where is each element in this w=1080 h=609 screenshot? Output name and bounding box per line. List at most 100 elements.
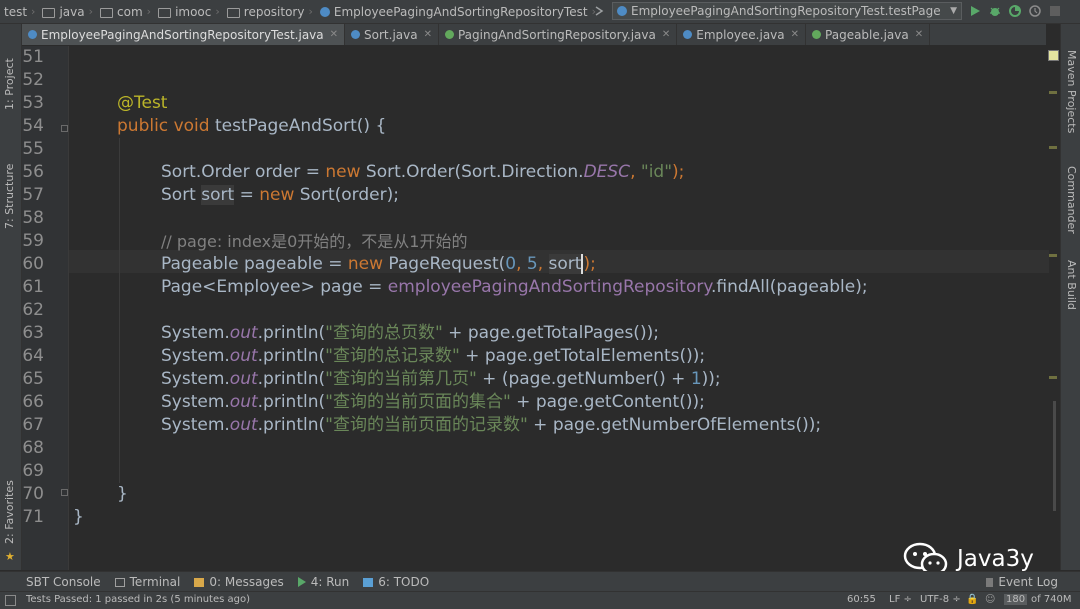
line-number: 58 (22, 208, 44, 228)
code-line-67: System.out.println("查询的当前页面的记录数" + page.… (161, 415, 822, 435)
class-icon (319, 6, 330, 17)
line-number: 53 (22, 93, 44, 113)
line-number: 61 (22, 277, 44, 297)
folder-icon (100, 7, 114, 18)
breadcrumb-com[interactable]: com › (96, 0, 154, 23)
breadcrumb-label: imooc (175, 4, 212, 19)
tab-paging-and-sorting-repository[interactable]: PagingAndSortingRepository.java ✕ (439, 24, 678, 45)
tool-label: Terminal (129, 575, 181, 589)
coverage-icon[interactable] (1008, 4, 1022, 18)
line-number: 60 (22, 254, 44, 274)
tab-label: EmployeePagingAndSortingRepositoryTest.j… (41, 27, 324, 42)
line-number: 52 (22, 70, 44, 90)
hector-icon[interactable]: ☺ (985, 594, 995, 605)
close-icon[interactable]: ✕ (330, 29, 338, 40)
inspection-status-icon[interactable] (1048, 50, 1059, 61)
code-line-59-comment: // page: index是0开始的，不是从1开始的 (161, 232, 468, 251)
run-configuration-select[interactable]: EmployeePagingAndSortingRepositoryTest.t… (612, 2, 962, 20)
code-line-57: Sort sort = new Sort(order); (161, 185, 399, 205)
warning-stripe-marker[interactable] (1049, 254, 1057, 257)
tool-messages[interactable]: 0: Messages (194, 575, 284, 589)
breadcrumb-java[interactable]: java › (38, 0, 96, 23)
memory-total[interactable]: of 740M (1031, 594, 1072, 605)
run-config-arrow-icon[interactable] (592, 4, 606, 18)
tab-employee[interactable]: Employee.java ✕ (677, 24, 807, 45)
todo-icon (363, 577, 374, 587)
line-number: 65 (22, 369, 44, 389)
tab-pageable[interactable]: Pageable.java ✕ (806, 24, 931, 45)
line-separator[interactable]: LF ÷ (889, 594, 912, 605)
caret-position[interactable]: 60:55 (847, 594, 876, 605)
tool-event-log[interactable]: Event Log (986, 575, 1058, 589)
line-number: 59 (22, 231, 44, 251)
tool-sbt-console[interactable]: SBT Console (26, 575, 101, 589)
line-number: 68 (22, 438, 44, 458)
interface-icon (444, 30, 454, 39)
warning-stripe-marker[interactable] (1049, 376, 1057, 379)
chevron-right-icon: › (88, 5, 94, 18)
breadcrumb-label: EmployeePagingAndSortingRepositoryTest (333, 4, 588, 19)
breadcrumb-imooc[interactable]: imooc › (154, 0, 223, 23)
close-icon[interactable]: ✕ (662, 29, 670, 40)
tab-label: Sort.java (364, 27, 418, 42)
tool-label: 6: TODO (378, 575, 430, 589)
tool-windows-toggle-icon[interactable] (5, 595, 16, 606)
run-icon (297, 577, 306, 587)
line-number: 51 (22, 47, 44, 67)
class-icon (28, 30, 37, 39)
fold-marker-icon[interactable] (61, 489, 68, 496)
code-line-64: System.out.println("查询的总记录数" + page.getT… (161, 346, 706, 366)
breadcrumb-test-class[interactable]: EmployeePagingAndSortingRepositoryTest › (316, 0, 599, 23)
fold-marker-icon[interactable] (61, 125, 68, 132)
line-number: 64 (22, 346, 44, 366)
memory-used[interactable]: 180 (1004, 594, 1028, 605)
line-number-gutter: 51 52 53 54 55 56 57 58 59 60 61 62 63 6… (22, 46, 69, 570)
tool-label: Event Log (998, 575, 1058, 589)
run-icon[interactable] (968, 4, 982, 18)
tool-terminal[interactable]: Terminal (114, 575, 181, 589)
breadcrumb-test[interactable]: test › (0, 0, 38, 23)
file-encoding[interactable]: UTF-8 ÷ (920, 594, 961, 605)
stop-icon[interactable] (1048, 4, 1062, 18)
line-number: 55 (22, 139, 44, 159)
line-number: 54 (22, 116, 44, 136)
close-icon[interactable]: ✕ (424, 29, 432, 40)
favorites-panel-tab[interactable]: 2: Favorites (3, 480, 16, 544)
navigation-bar: test › java › com › imooc › repository › Empl… (0, 0, 1080, 24)
breadcrumb-repository[interactable]: repository › (223, 0, 316, 23)
structure-panel-tab[interactable]: 7: Structure (3, 164, 16, 229)
code-editor[interactable]: 51 52 53 54 55 56 57 58 59 60 61 62 63 6… (22, 46, 1059, 570)
chevron-down-icon: ▼ (950, 6, 957, 16)
code-line-60: Pageable pageable = new PageRequest(0, 5… (161, 254, 596, 274)
tool-run[interactable]: 4: Run (297, 575, 349, 589)
tab-employee-paging-test[interactable]: EmployeePagingAndSortingRepositoryTest.j… (22, 24, 346, 45)
debug-icon[interactable] (988, 4, 1002, 18)
code-line-63: System.out.println("查询的总页数" + page.getTo… (161, 323, 659, 343)
profile-icon[interactable] (1028, 4, 1042, 18)
lock-icon[interactable]: 🔒 (966, 594, 978, 605)
star-icon: ★ (5, 550, 15, 563)
code-line-54: public void testPageAndSort() { (117, 116, 387, 136)
vertical-scrollbar[interactable] (1053, 401, 1056, 511)
run-configuration-label: EmployeePagingAndSortingRepositoryTest.t… (631, 4, 941, 18)
project-panel-tab[interactable]: 1: Project (3, 58, 16, 110)
tab-label: PagingAndSortingRepository.java (457, 27, 656, 42)
folder-icon (42, 7, 56, 18)
tab-label: Pageable.java (825, 27, 909, 42)
editor-tabs: EmployeePagingAndSortingRepositoryTest.j… (22, 24, 1046, 46)
status-message[interactable]: Tests Passed: 1 passed in 2s (5 minutes … (26, 594, 250, 605)
chevron-right-icon: › (146, 5, 152, 18)
breadcrumb-label: java (59, 4, 85, 19)
line-number: 57 (22, 185, 44, 205)
breadcrumb-label: com (117, 4, 143, 19)
line-number: 67 (22, 415, 44, 435)
warning-stripe-marker[interactable] (1049, 146, 1057, 149)
tab-sort[interactable]: Sort.java ✕ (345, 24, 439, 45)
code-line-61: Page<Employee> page = employeePagingAndS… (161, 277, 868, 297)
tab-label: Employee.java (696, 27, 785, 42)
warning-stripe-marker[interactable] (1049, 91, 1057, 94)
close-icon[interactable]: ✕ (791, 29, 799, 40)
tool-todo[interactable]: 6: TODO (363, 575, 429, 589)
close-icon[interactable]: ✕ (915, 29, 923, 40)
breadcrumb-label: repository (243, 4, 305, 19)
